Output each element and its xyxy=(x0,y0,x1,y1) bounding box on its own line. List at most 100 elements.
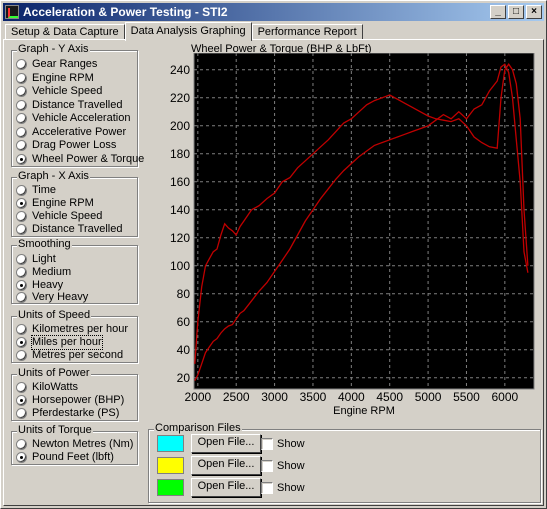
x-tick-label: 2000 xyxy=(184,390,211,404)
y-tick-label: 60 xyxy=(177,315,191,329)
open-file-button-2[interactable]: Open File... xyxy=(191,456,261,475)
radio-label: Pferdestarke (PS) xyxy=(32,407,120,419)
radio-gear-ranges[interactable]: Gear Ranges xyxy=(16,58,97,71)
checkbox[interactable] xyxy=(261,437,273,450)
radio-button[interactable] xyxy=(16,99,27,111)
power-units-group: Units of Power KiloWatts Horsepower (BHP… xyxy=(11,367,138,421)
radio-label: Metres per second xyxy=(32,349,124,361)
group-title: Units of Torque xyxy=(17,424,93,437)
radio-button[interactable] xyxy=(16,126,27,138)
radio-button[interactable] xyxy=(16,350,27,361)
radio-button[interactable] xyxy=(16,224,27,235)
chart-area: 2000 2500 3000 3500 4000 4500 5000 5500 6000 20 40… xyxy=(159,52,544,428)
radio-accelerative-power[interactable]: Accelerative Power xyxy=(16,126,126,139)
radio-button[interactable] xyxy=(16,153,27,165)
y-tick-label: 20 xyxy=(177,371,191,385)
radio-button[interactable] xyxy=(16,382,27,393)
radio-kilowatts[interactable]: KiloWatts xyxy=(16,381,78,394)
checkbox[interactable] xyxy=(261,481,273,494)
group-title: Units of Power xyxy=(17,367,91,380)
radio-vehicle-acceleration[interactable]: Vehicle Acceleration xyxy=(16,112,130,125)
tab-data-analysis-graphing[interactable]: Data Analysis Graphing xyxy=(124,22,252,41)
show-checkbox-1[interactable]: Show xyxy=(261,437,305,450)
radio-pferdestarke[interactable]: Pferdestarke (PS) xyxy=(16,407,119,420)
minimize-button[interactable]: _ xyxy=(490,5,506,19)
radio-button[interactable] xyxy=(16,185,27,196)
radio-button[interactable] xyxy=(16,452,27,463)
radio-very-heavy[interactable]: Very Heavy xyxy=(16,291,88,304)
radio-vehicle-speed[interactable]: Vehicle Speed xyxy=(16,85,102,98)
y-axis-group: Graph - Y Axis Gear Ranges Engine RPM Ve… xyxy=(11,43,144,167)
radio-horsepower[interactable]: Horsepower (BHP) xyxy=(16,394,124,407)
radio-pound-feet[interactable]: Pound Feet (lbft) xyxy=(16,451,114,464)
radio-light[interactable]: Light xyxy=(16,253,56,266)
checkbox[interactable] xyxy=(261,459,273,472)
tab-setup-data-capture[interactable]: Setup & Data Capture xyxy=(5,24,125,40)
radio-button[interactable] xyxy=(16,254,27,265)
radio-button[interactable] xyxy=(16,324,27,335)
radio-button[interactable] xyxy=(16,72,27,84)
radio-button[interactable] xyxy=(16,408,27,419)
radio-button[interactable] xyxy=(16,395,27,406)
radio-label: Medium xyxy=(32,266,72,278)
radio-label: Kilometres per hour xyxy=(32,323,128,335)
radio-vehicle-speed-x[interactable]: Vehicle Speed xyxy=(16,210,102,223)
radio-button[interactable] xyxy=(16,337,27,348)
app-window: Acceleration & Power Testing - STI2 _ □ … xyxy=(0,0,547,509)
checkbox-label: Show xyxy=(277,459,305,472)
radio-button[interactable] xyxy=(16,267,27,278)
radio-label: Distance Travelled xyxy=(32,98,123,111)
radio-wheel-power-torque[interactable]: Wheel Power & Torque xyxy=(16,153,144,166)
speed-units-group: Units of Speed Kilometres per hour Miles… xyxy=(11,309,138,363)
radio-button[interactable] xyxy=(16,292,27,303)
checkbox-label: Show xyxy=(277,437,305,450)
radio-time[interactable]: Time xyxy=(16,184,56,197)
y-tick-label: 40 xyxy=(177,343,191,357)
radio-label: Distance Travelled xyxy=(32,223,123,235)
y-tick-label: 160 xyxy=(170,175,190,189)
radio-miles-per-hour[interactable]: Miles per hour xyxy=(16,335,103,350)
radio-drag-power-loss[interactable]: Drag Power Loss xyxy=(16,139,116,152)
show-checkbox-2[interactable]: Show xyxy=(261,459,305,472)
radio-button[interactable] xyxy=(16,280,27,291)
smoothing-group: Smoothing Light Medium Heavy Very Heavy xyxy=(11,238,138,304)
radio-button[interactable] xyxy=(16,59,27,70)
radio-button[interactable] xyxy=(16,113,27,124)
show-checkbox-3[interactable]: Show xyxy=(261,481,305,494)
open-file-button-3[interactable]: Open File... xyxy=(191,478,261,497)
group-title: Smoothing xyxy=(17,238,72,251)
torque-units-group: Units of Torque Newton Metres (Nm) Pound… xyxy=(11,424,138,465)
radio-button[interactable] xyxy=(16,140,27,151)
radio-button[interactable] xyxy=(16,211,27,222)
radio-button[interactable] xyxy=(16,439,27,450)
open-file-button-1[interactable]: Open File... xyxy=(191,434,261,453)
radio-label: Gear Ranges xyxy=(32,58,98,70)
radio-label: Time xyxy=(32,184,57,196)
y-tick-label: 100 xyxy=(170,259,190,273)
radio-label: Pound Feet (lbft) xyxy=(32,451,114,463)
radio-label: Vehicle Speed xyxy=(32,210,103,222)
x-tick-label: 4000 xyxy=(338,390,365,404)
radio-distance-travelled[interactable]: Distance Travelled xyxy=(16,99,123,112)
radio-engine-rpm-x[interactable]: Engine RPM xyxy=(16,197,94,210)
x-tick-label: 3500 xyxy=(300,390,327,404)
radio-button[interactable] xyxy=(16,198,27,209)
tab-performance-report[interactable]: Performance Report xyxy=(251,24,363,40)
radio-distance-travelled-x[interactable]: Distance Travelled xyxy=(16,223,123,236)
radio-label: Engine RPM xyxy=(32,71,94,84)
radio-metres-per-second[interactable]: Metres per second xyxy=(16,349,123,362)
close-button[interactable]: × xyxy=(526,5,542,19)
radio-label: Light xyxy=(32,253,56,265)
radio-kilometres-per-hour[interactable]: Kilometres per hour xyxy=(16,323,128,336)
radio-newton-metres[interactable]: Newton Metres (Nm) xyxy=(16,438,133,451)
power-torque-chart: 2000 2500 3000 3500 4000 4500 5000 5500 6000 20 40… xyxy=(170,52,535,417)
x-tick-label: 5500 xyxy=(453,390,480,404)
x-tick-label: 5000 xyxy=(415,390,442,404)
radio-medium[interactable]: Medium xyxy=(16,266,71,279)
radio-label: KiloWatts xyxy=(32,381,79,393)
radio-engine-rpm[interactable]: Engine RPM xyxy=(16,72,94,85)
radio-button[interactable] xyxy=(16,86,27,97)
title-bar[interactable]: Acceleration & Power Testing - STI2 _ □ … xyxy=(3,3,544,21)
maximize-button[interactable]: □ xyxy=(508,5,524,19)
x-tick-label: 4500 xyxy=(376,390,403,404)
